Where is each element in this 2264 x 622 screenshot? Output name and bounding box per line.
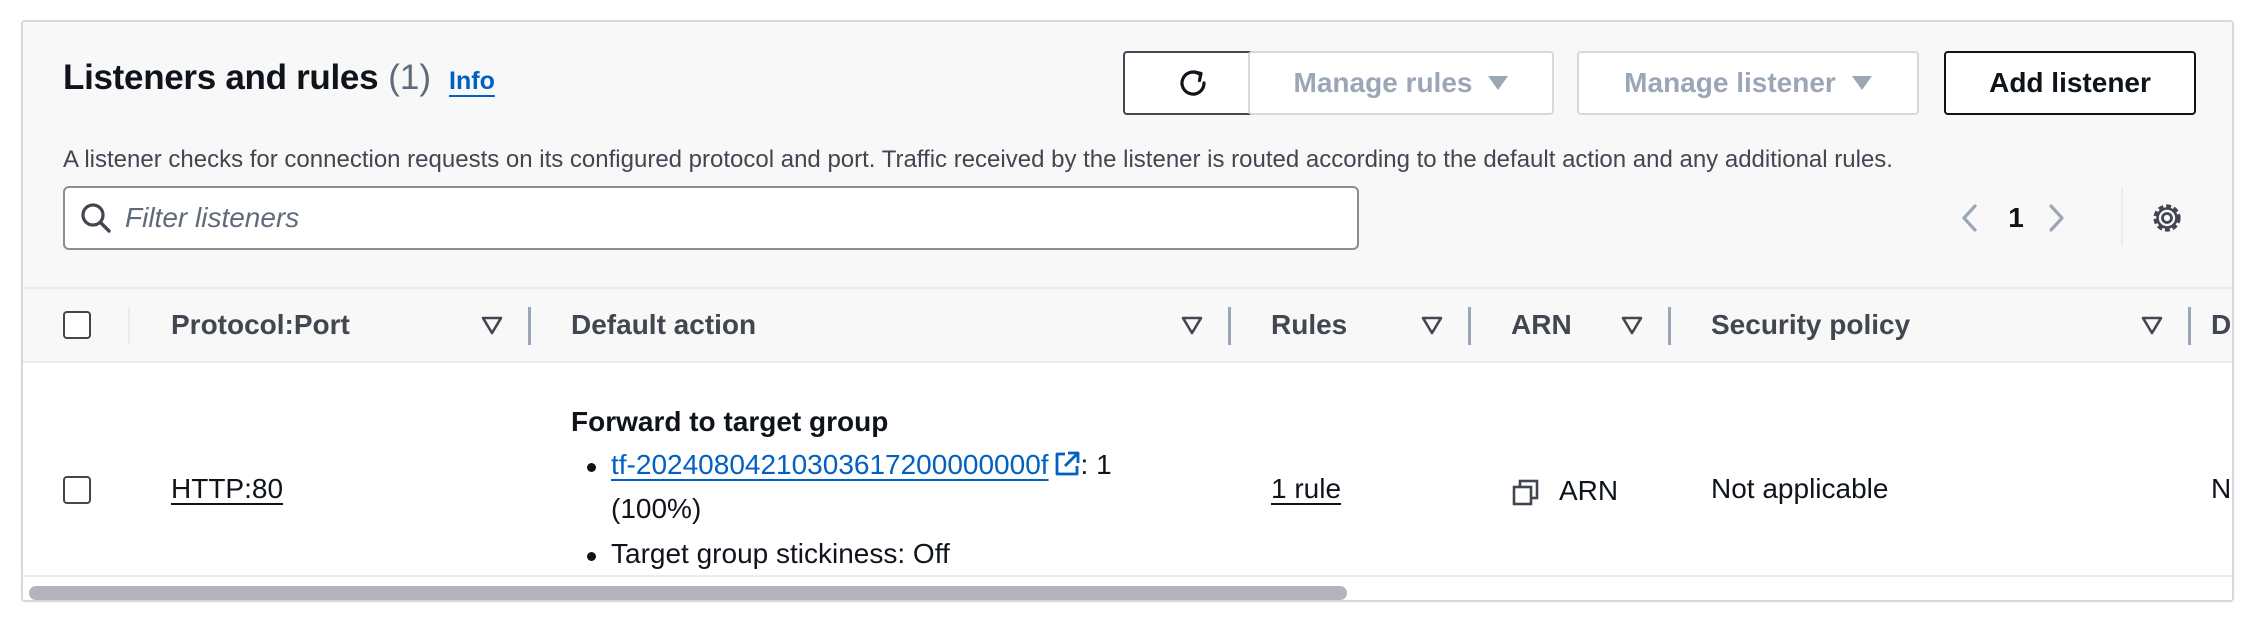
chevron-right-icon[interactable] [2037,200,2073,236]
column-divider[interactable] [528,307,531,345]
sort-icon[interactable] [1418,311,1446,339]
column-header-default-ssl[interactable]: De [2211,289,2232,361]
search-icon [81,203,111,233]
pager-divider [2121,188,2123,246]
column-divider [128,307,130,345]
external-link-icon[interactable] [1053,450,1081,478]
caret-down-icon [1851,76,1872,90]
target-group-link[interactable]: tf-20240804210303617200000000f [611,449,1049,480]
column-header-arn[interactable]: ARN [1511,289,1572,361]
protocol-port-link[interactable]: HTTP:80 [171,473,283,505]
panel-header: Listeners and rules (1) Info Manage rule… [23,22,2232,287]
add-listener-button[interactable]: Add listener [1944,51,2196,115]
column-divider[interactable] [1468,307,1471,345]
filter-input[interactable] [125,188,1325,248]
table-header: Protocol:Port Default action Rules ARN S… [23,287,2232,363]
column-divider[interactable] [1668,307,1671,345]
row-checkbox[interactable] [63,476,91,504]
column-header-security-policy[interactable]: Security policy [1711,289,1910,361]
filter-box[interactable] [63,186,1359,250]
panel-description: A listener checks for connection request… [63,146,1893,173]
manage-rules-label: Manage rules [1293,67,1473,98]
chevron-left-icon[interactable] [1953,200,1989,236]
refresh-button[interactable] [1123,51,1263,115]
listener-count: (1) [388,58,432,97]
table-row: HTTP:80 Forward to target group tf-20240… [23,363,2232,600]
bullet [587,463,596,472]
caret-down-icon [1488,76,1509,90]
column-divider[interactable] [2188,307,2191,345]
default-action-title: Forward to target group [571,406,889,437]
page-number[interactable]: 1 [2001,202,2031,234]
arn-copy-label[interactable]: ARN [1559,475,1618,507]
manage-listener-button[interactable]: Manage listener [1577,51,1919,115]
scrollbar-thumb[interactable] [29,586,1347,600]
sort-icon[interactable] [1618,311,1646,339]
horizontal-scrollbar[interactable] [23,575,2232,600]
column-header-protocol-port[interactable]: Protocol:Port [171,289,350,361]
default-ssl-value: No [2211,473,2232,504]
column-header-default-action[interactable]: Default action [571,289,756,361]
pagination: 1 [1953,198,2073,238]
column-header-rules[interactable]: Rules [1271,289,1347,361]
page-title: Listeners and rules [63,58,379,97]
bullet [587,552,596,561]
select-all-checkbox[interactable] [63,311,91,339]
sort-icon[interactable] [1178,311,1206,339]
manage-rules-button[interactable]: Manage rules [1248,51,1554,115]
info-link[interactable]: Info [449,67,495,96]
target-group-weight: : 1 [1080,449,1112,480]
copy-icon[interactable] [1511,478,1541,508]
sort-icon[interactable] [478,311,506,339]
sort-icon[interactable] [2138,311,2166,339]
target-group-line: tf-20240804210303617200000000f : 1 [611,449,1112,481]
refresh-icon [1180,70,1206,96]
gear-icon[interactable] [2147,198,2187,238]
add-listener-label: Add listener [1989,67,2151,98]
column-divider[interactable] [1228,307,1231,345]
listeners-panel: Listeners and rules (1) Info Manage rule… [21,20,2234,602]
manage-listener-label: Manage listener [1624,67,1836,98]
security-policy-value: Not applicable [1711,473,1889,504]
rules-link[interactable]: 1 rule [1271,473,1341,505]
target-group-weight-percent: (100%) [611,493,702,524]
title-row: Listeners and rules (1) Info [63,58,495,98]
stickiness-text: Target group stickiness: Off [611,538,950,569]
